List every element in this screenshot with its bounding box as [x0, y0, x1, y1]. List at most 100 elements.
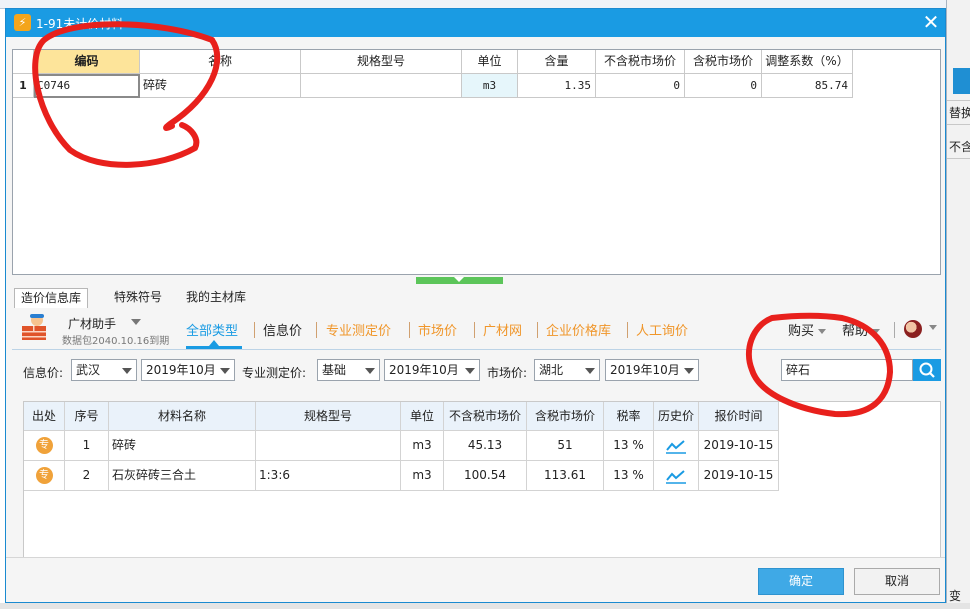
col-spec[interactable]: 规格型号	[256, 402, 401, 431]
nav-enterprise-price[interactable]: 企业价格库	[546, 320, 611, 339]
city-select[interactable]: 武汉	[71, 359, 137, 381]
pro-month-value: 2019年10月	[389, 363, 459, 377]
material-grid-header: 编码 名称 规格型号 单位 含量 不含税市场价 含税市场价 调整系数（%）	[13, 50, 853, 74]
col-price-inc[interactable]: 含税市场价	[527, 402, 604, 431]
col-name[interactable]: 名称	[140, 50, 301, 74]
city-value: 武汉	[76, 363, 101, 377]
avatar-dropdown[interactable]	[925, 320, 937, 335]
cell-unit: m3	[401, 431, 444, 461]
province-select[interactable]: 湖北	[534, 359, 600, 381]
cell-tax: 13 %	[604, 461, 654, 491]
cell-seq: 2	[65, 461, 109, 491]
helper-name[interactable]: 广材助手	[68, 315, 116, 332]
search-results-panel: 出处 序号 材料名称 规格型号 单位 不含税市场价 含税市场价 税率 历史价 报…	[23, 401, 941, 559]
nav-pro-price[interactable]: 专业测定价	[326, 320, 391, 339]
col-tax[interactable]: 税率	[604, 402, 654, 431]
nav-all-types[interactable]: 全部类型	[186, 320, 238, 339]
background-label-replace: 替换	[949, 106, 970, 120]
province-value: 湖北	[539, 363, 564, 377]
pro-price-label: 专业测定价:	[242, 366, 307, 380]
col-code[interactable]: 编码	[34, 50, 140, 74]
pro-type-select[interactable]: 基础	[317, 359, 380, 381]
trend-chart-icon[interactable]	[665, 468, 687, 484]
search-input[interactable]: 碎石	[781, 359, 913, 381]
cell-material-name: 石灰碎砖三合土	[109, 461, 256, 491]
info-month-select[interactable]: 2019年10月	[141, 359, 235, 381]
market-price-label: 市场价:	[487, 366, 528, 380]
cell-name[interactable]: 碎砖	[140, 74, 301, 98]
background-label-bottom: 变	[949, 589, 962, 603]
dialog-titlebar[interactable]: ⚡ 1-91未计价材料 ✕	[6, 9, 945, 37]
col-material-name[interactable]: 材料名称	[109, 402, 256, 431]
trend-chart-icon[interactable]	[665, 438, 687, 454]
row-number: 1	[13, 74, 34, 98]
material-nav-bar: 广材助手 数据包2040.10.16到期 全部类型 信息价 专业测定价 市场价 …	[12, 310, 941, 350]
col-history[interactable]: 历史价	[654, 402, 699, 431]
chevron-down-icon	[465, 368, 475, 374]
chevron-down-icon	[585, 368, 595, 374]
help-menu[interactable]: 帮助	[842, 320, 881, 339]
col-price-ex[interactable]: 不含税市场价	[444, 402, 527, 431]
background-blue-tab[interactable]	[953, 68, 970, 94]
col-unit[interactable]: 单位	[462, 50, 518, 74]
buy-menu[interactable]: 购买	[788, 320, 827, 339]
cell-price-inc[interactable]: 0	[685, 74, 762, 98]
unpriced-material-dialog: ⚡ 1-91未计价材料 ✕ 编码 名称 规格型号 单位 含量 不含税市场价 含税…	[5, 8, 946, 603]
col-quote-date[interactable]: 报价时间	[699, 402, 779, 431]
buy-label: 购买	[788, 324, 815, 339]
background-label-excl: 不含	[949, 140, 970, 154]
cell-price-inc: 51	[527, 431, 604, 461]
panel-splitter-handle[interactable]	[416, 277, 503, 284]
table-row[interactable]: 1 C0746 碎砖 m3 1.35 0 0 85.74	[13, 74, 853, 98]
cell-tax: 13 %	[604, 431, 654, 461]
chevron-down-icon[interactable]	[131, 319, 141, 325]
cell-code[interactable]: C0746	[34, 74, 140, 98]
source-cell: 专	[24, 431, 65, 461]
cell-spec	[256, 431, 401, 461]
pro-month-select[interactable]: 2019年10月	[384, 359, 480, 381]
chevron-down-icon	[684, 368, 694, 374]
tab-special-symbols[interactable]: 特殊符号	[108, 288, 168, 308]
dialog-footer: 确定 取消	[6, 557, 945, 602]
tab-cost-info-library[interactable]: 造价信息库	[14, 288, 89, 308]
cancel-button[interactable]: 取消	[854, 568, 940, 595]
col-unit[interactable]: 单位	[401, 402, 444, 431]
cell-spec[interactable]	[301, 74, 462, 98]
confirm-button[interactable]: 确定	[758, 568, 844, 595]
nav-labor-inquiry[interactable]: 人工询价	[636, 320, 688, 339]
active-underline	[186, 346, 242, 349]
close-icon[interactable]: ✕	[920, 11, 942, 33]
col-spec[interactable]: 规格型号	[301, 50, 462, 74]
price-filter-bar: 信息价: 武汉 2019年10月 专业测定价: 基础 2019年10月 市场价:…	[12, 359, 941, 383]
background-right-panel: 替换 不含 变	[946, 0, 970, 609]
cell-qty[interactable]: 1.35	[518, 74, 596, 98]
cell-seq: 1	[65, 431, 109, 461]
nav-market-price[interactable]: 市场价	[418, 320, 457, 339]
cell-unit[interactable]: m3	[462, 74, 518, 98]
cell-price-ex: 100.54	[444, 461, 527, 491]
nav-gcw[interactable]: 广材网	[483, 320, 522, 339]
source-cell: 专	[24, 461, 65, 491]
col-source[interactable]: 出处	[24, 402, 65, 431]
col-price-ex[interactable]: 不含税市场价	[596, 50, 685, 74]
cell-price-ex[interactable]: 0	[596, 74, 685, 98]
background-bottom-strip	[0, 603, 970, 609]
info-month-value: 2019年10月	[146, 363, 216, 377]
cell-quote-date: 2019-10-15	[699, 431, 779, 461]
history-cell	[654, 461, 699, 491]
market-month-select[interactable]: 2019年10月	[605, 359, 699, 381]
tab-my-material-library[interactable]: 我的主材库	[180, 288, 252, 308]
col-price-inc[interactable]: 含税市场价	[685, 50, 762, 74]
avatar[interactable]	[904, 320, 922, 338]
nav-info-price[interactable]: 信息价	[263, 320, 302, 339]
source-badge: 专	[35, 437, 53, 454]
search-button[interactable]	[913, 359, 941, 381]
cell-material-name: 碎砖	[109, 431, 256, 461]
dialog-title: 1-91未计价材料	[36, 17, 124, 31]
col-qty[interactable]: 含量	[518, 50, 596, 74]
help-label: 帮助	[842, 324, 869, 339]
col-seq[interactable]: 序号	[65, 402, 109, 431]
cell-adjust[interactable]: 85.74	[762, 74, 853, 98]
col-adjust[interactable]: 调整系数（%）	[762, 50, 853, 74]
pro-type-value: 基础	[322, 363, 347, 377]
